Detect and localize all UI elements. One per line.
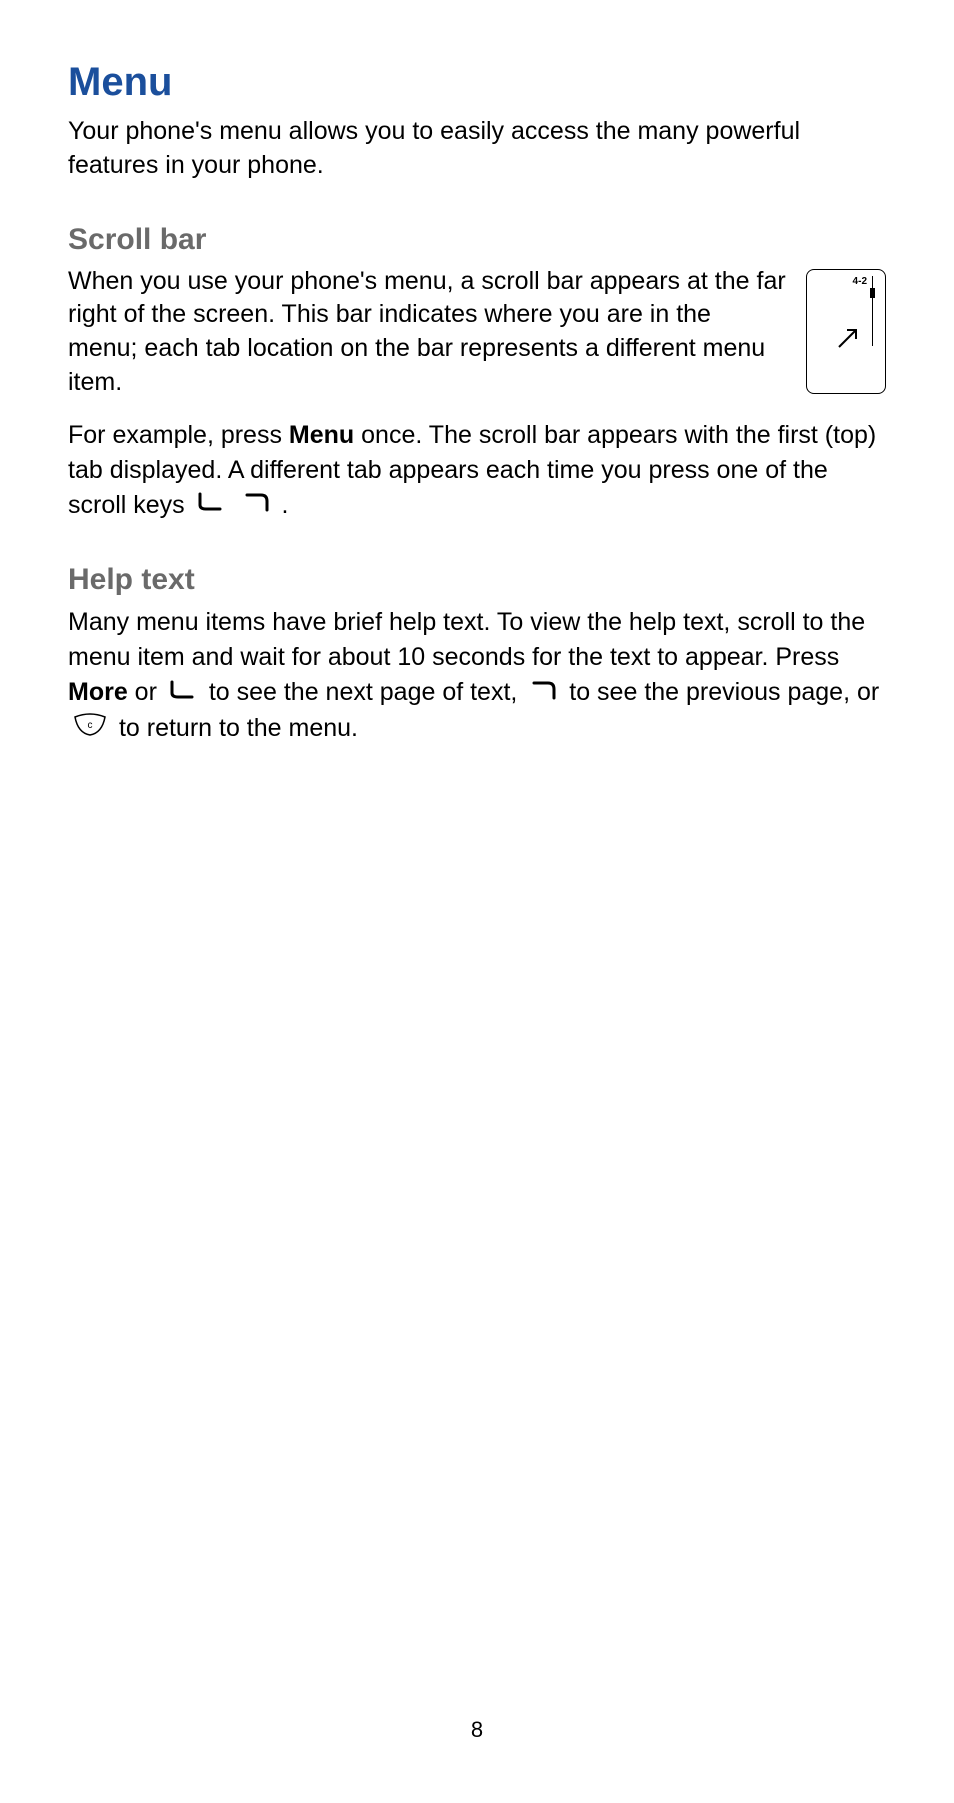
phone-screen-illustration: 4-2	[806, 269, 886, 394]
scroll-up-icon	[528, 676, 558, 711]
scrollbar-body: When you use your phone's menu, a scroll…	[68, 265, 786, 400]
arrow-icon	[835, 325, 861, 356]
c-key-icon: c	[72, 712, 108, 747]
scrollbar-tab	[870, 288, 875, 298]
page-number: 8	[0, 1717, 954, 1743]
helptext-body: Many menu items have brief help text. To…	[68, 605, 886, 747]
scrollbar-row: When you use your phone's menu, a scroll…	[68, 265, 886, 400]
text: Many menu items have brief help text. To…	[68, 608, 865, 671]
scroll-up-icon	[241, 488, 271, 523]
helptext-heading: Help text	[68, 563, 886, 597]
text: .	[275, 491, 289, 519]
text: or	[128, 678, 164, 706]
screen-label: 4-2	[853, 276, 867, 287]
text: to return to the menu.	[119, 714, 358, 742]
more-bold: More	[68, 678, 128, 706]
intro-paragraph: Your phone's menu allows you to easily a…	[68, 115, 886, 183]
menu-bold: Menu	[289, 421, 354, 449]
svg-text:c: c	[88, 720, 93, 731]
text: For example, press	[68, 421, 289, 449]
text: to see the next page of text,	[209, 678, 525, 706]
scrollbar-example: For example, press Menu once. The scroll…	[68, 418, 886, 524]
scroll-down-icon	[168, 676, 198, 711]
page-title: Menu	[68, 60, 886, 105]
scrollbar-heading: Scroll bar	[68, 223, 886, 257]
text: to see the previous page, or	[569, 678, 879, 706]
scroll-down-icon	[196, 488, 226, 523]
scrollbar-track	[870, 276, 875, 346]
